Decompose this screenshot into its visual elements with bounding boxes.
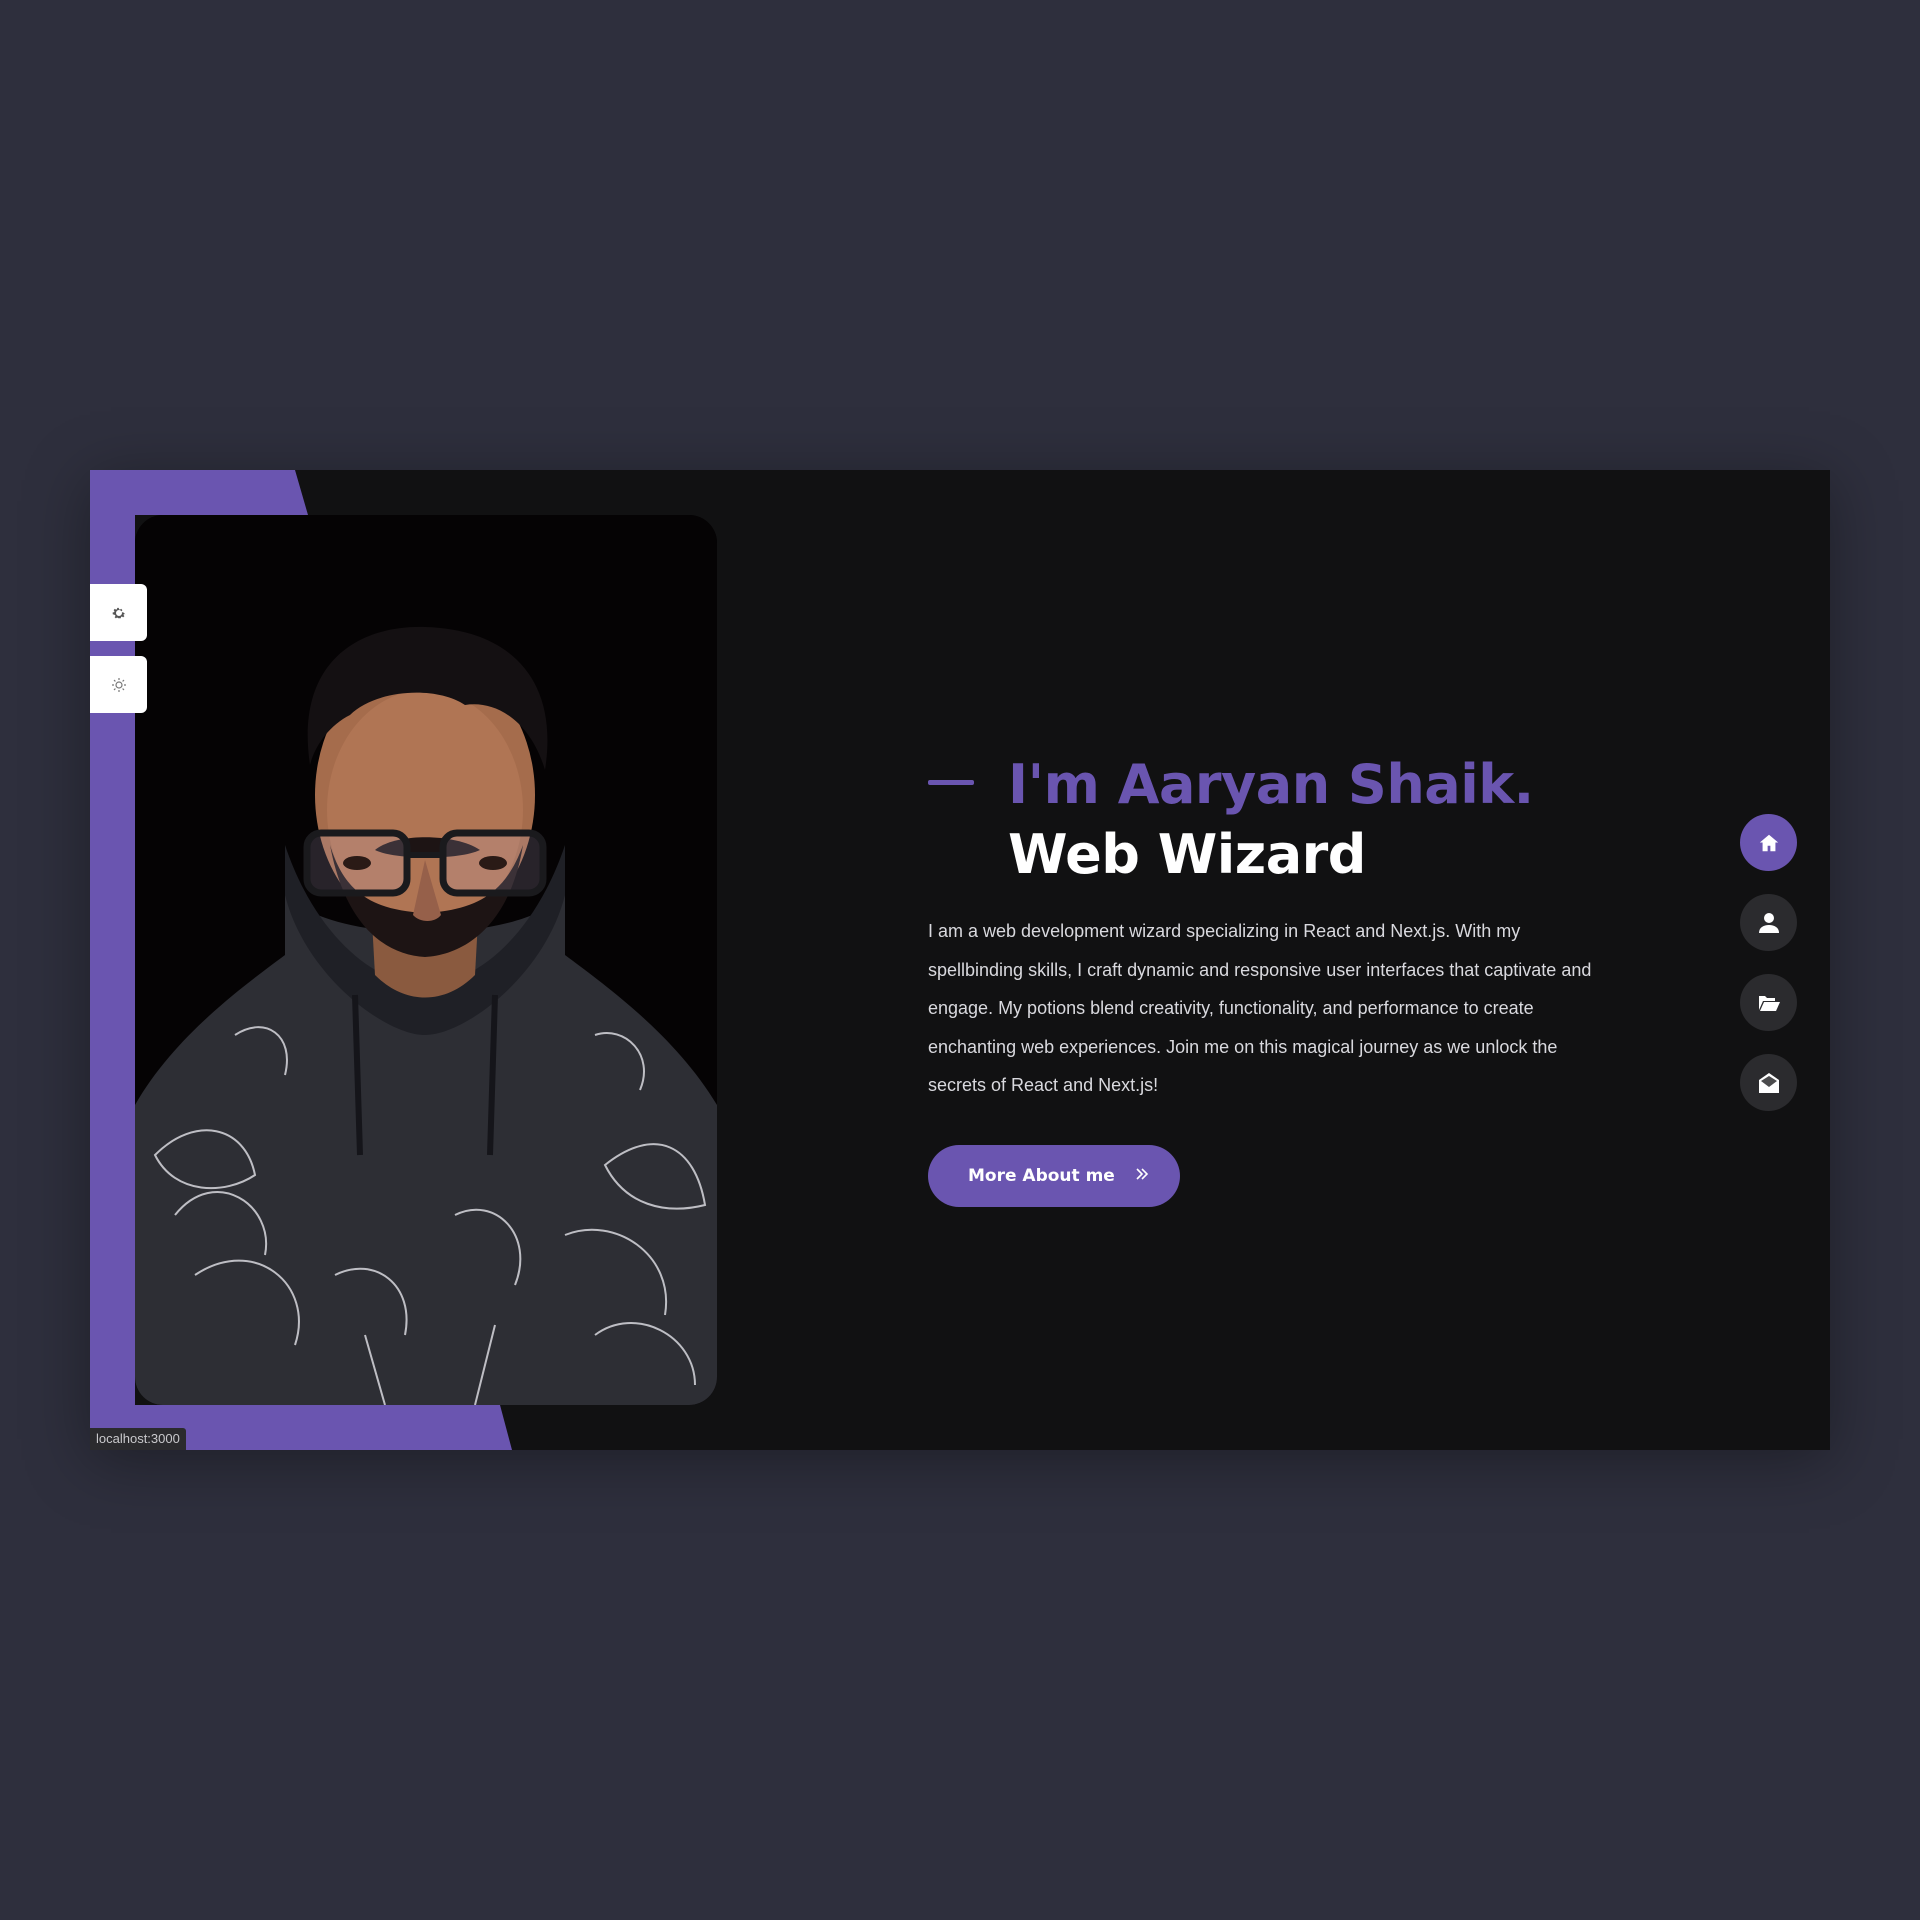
side-nav [1740,814,1798,1134]
nav-portfolio[interactable] [1740,974,1797,1031]
portfolio-window: I'm Aaryan Shaik. Web Wizard I am a web … [90,470,1830,1450]
nav-about[interactable] [1740,894,1797,951]
hero-bio: I am a web development wizard specializi… [928,921,1592,1096]
sun-icon [111,677,126,692]
title-dash [928,780,974,785]
theme-toggle-button[interactable] [90,656,147,713]
folder-open-icon [1758,995,1780,1011]
user-icon [1758,912,1779,933]
double-chevron-right-icon [1136,1168,1149,1180]
more-about-me-button[interactable]: More About me [928,1144,1180,1207]
portrait-illustration [135,515,717,1405]
envelope-open-icon [1758,1072,1779,1093]
hero-title: I'm Aaryan Shaik. Web Wizard [928,750,1628,890]
nav-contact[interactable] [1740,1054,1797,1111]
nav-home[interactable] [1740,814,1797,871]
hero-name: I'm Aaryan Shaik. [1008,753,1534,816]
status-bar-url: localhost:3000 [90,1428,186,1450]
hero-section: I'm Aaryan Shaik. Web Wizard I am a web … [928,750,1628,1207]
home-icon [1759,834,1778,851]
settings-button[interactable] [90,584,147,641]
cta-label: More About me [968,1165,1115,1186]
side-tools [90,584,147,728]
hero-role: Web Wizard [1008,823,1366,886]
profile-photo [135,515,717,1405]
gear-icon [112,607,125,618]
